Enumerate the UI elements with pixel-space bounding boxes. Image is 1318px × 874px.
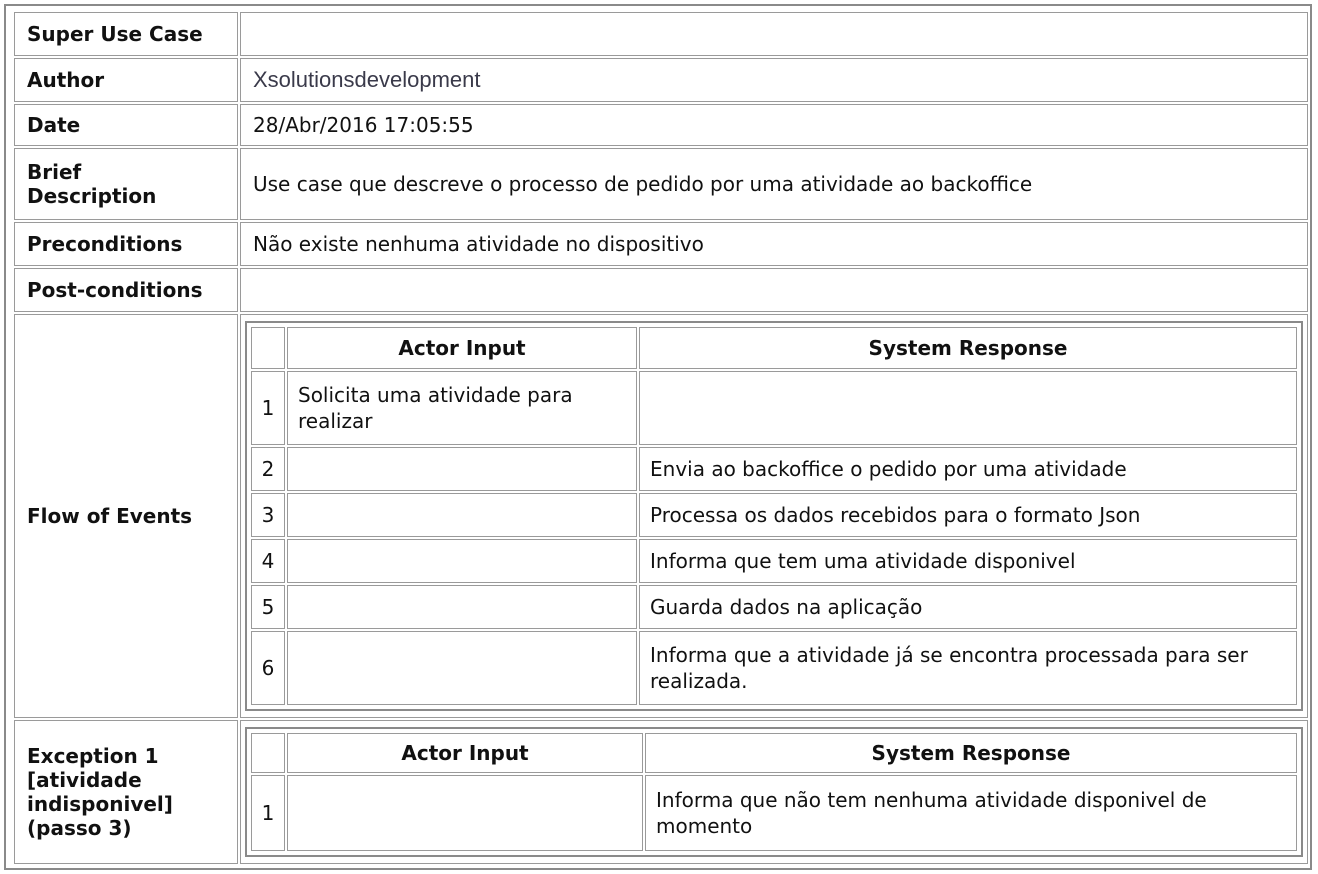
- value-preconditions: Não existe nenhuma atividade no disposit…: [240, 222, 1308, 266]
- flow-of-events-cell: Actor Input System Response 1 Solicita u…: [240, 314, 1308, 718]
- flow-row-actor-input: [287, 585, 637, 629]
- exception-row-actor-input: [287, 775, 643, 851]
- flow-row-num: 5: [251, 585, 285, 629]
- label-super-use-case: Super Use Case: [14, 12, 238, 56]
- flow-row-num: 4: [251, 539, 285, 583]
- value-post-conditions: [240, 268, 1308, 312]
- flow-header-actor-input: Actor Input: [287, 327, 637, 369]
- label-preconditions: Preconditions: [14, 222, 238, 266]
- value-super-use-case: [240, 12, 1308, 56]
- value-date: 28/Abr/2016 17:05:55: [240, 104, 1308, 146]
- flow-row-actor-input: [287, 631, 637, 705]
- flow-header-system-response: System Response: [639, 327, 1297, 369]
- label-author: Author: [14, 58, 238, 102]
- exception-header-actor-input: Actor Input: [287, 733, 643, 773]
- exception-row-num: 1: [251, 775, 285, 851]
- flow-row-system-response: Guarda dados na aplicação: [639, 585, 1297, 629]
- label-brief-description: Brief Description: [14, 148, 238, 220]
- label-date: Date: [14, 104, 238, 146]
- flow-table: Actor Input System Response 1 Solicita u…: [245, 321, 1303, 711]
- exception-row-system-response: Informa que não tem nenhuma atividade di…: [645, 775, 1297, 851]
- flow-row-actor-input: [287, 493, 637, 537]
- exception-table: Actor Input System Response 1 Informa qu…: [245, 727, 1303, 857]
- flow-row-actor-input: [287, 447, 637, 491]
- flow-row-num: 3: [251, 493, 285, 537]
- flow-row-system-response: [639, 371, 1297, 445]
- flow-row-system-response: Processa os dados recebidos para o forma…: [639, 493, 1297, 537]
- flow-row-num: 2: [251, 447, 285, 491]
- exception-header-system-response: System Response: [645, 733, 1297, 773]
- flow-header-num: [251, 327, 285, 369]
- flow-row-actor-input: [287, 539, 637, 583]
- label-flow-of-events: Flow of Events: [14, 314, 238, 718]
- value-author: Xsolutionsdevelopment: [240, 58, 1308, 102]
- flow-row-system-response: Informa que a atividade já se encontra p…: [639, 631, 1297, 705]
- flow-row-num: 6: [251, 631, 285, 705]
- label-exception-1: Exception 1 [atividade indisponivel] (pa…: [14, 720, 238, 864]
- label-post-conditions: Post-conditions: [14, 268, 238, 312]
- exception-header-num: [251, 733, 285, 773]
- flow-row-actor-input: Solicita uma atividade para realizar: [287, 371, 637, 445]
- flow-row-system-response: Envia ao backoffice o pedido por uma ati…: [639, 447, 1297, 491]
- flow-row-system-response: Informa que tem uma atividade disponivel: [639, 539, 1297, 583]
- flow-row-num: 1: [251, 371, 285, 445]
- exception-1-cell: Actor Input System Response 1 Informa qu…: [240, 720, 1308, 864]
- value-brief-description: Use case que descreve o processo de pedi…: [240, 148, 1308, 220]
- use-case-table: Super Use Case Author Xsolutionsdevelopm…: [4, 4, 1312, 870]
